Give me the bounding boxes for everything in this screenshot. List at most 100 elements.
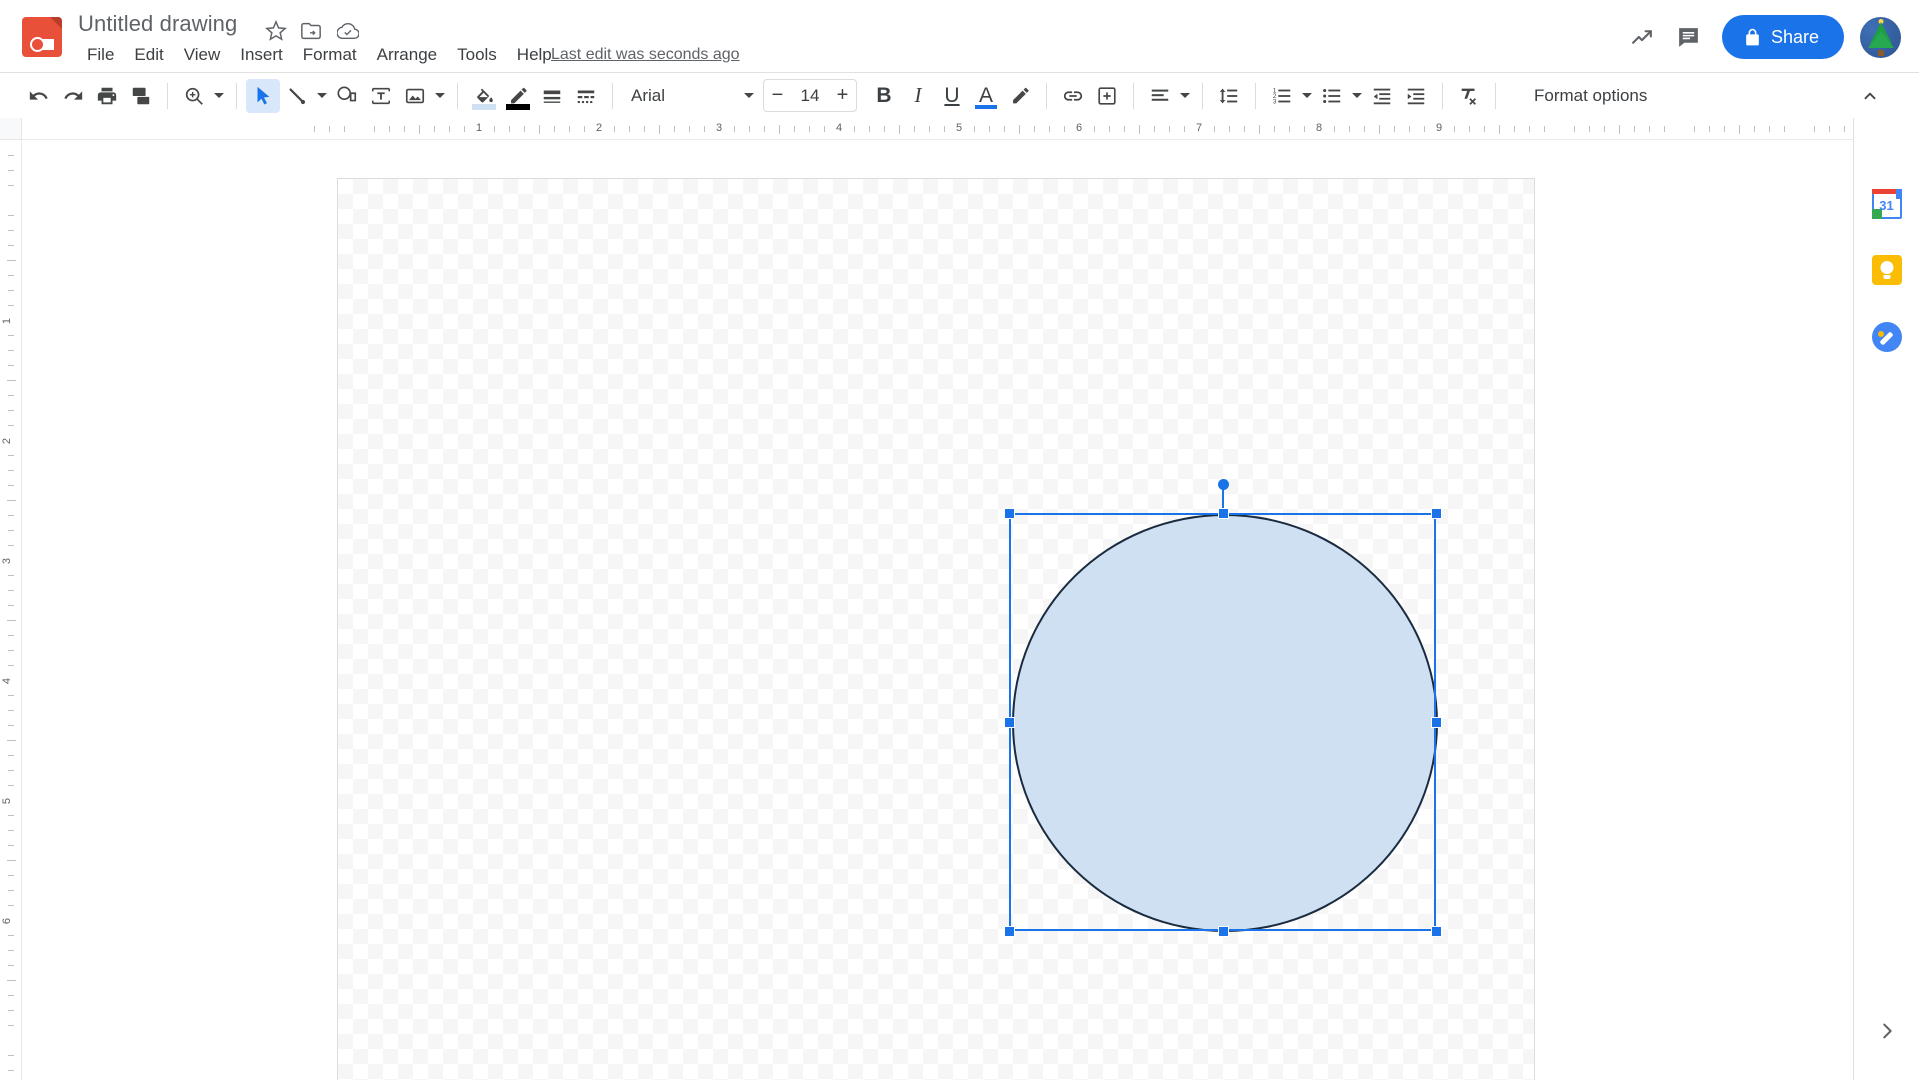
sidebar-item-tasks[interactable]	[1870, 320, 1904, 354]
selection-handle-bottom-right[interactable]	[1430, 925, 1442, 937]
ruler-tick	[6, 740, 16, 741]
menu-file[interactable]: File	[78, 43, 123, 67]
align-button[interactable]	[1143, 79, 1177, 113]
font-family-caret[interactable]	[741, 79, 757, 113]
print-button[interactable]	[90, 79, 124, 113]
ruler-tick	[1364, 126, 1365, 132]
image-dropdown-caret[interactable]	[432, 79, 448, 113]
fill-color-button[interactable]	[467, 79, 501, 113]
ruler-tick	[8, 470, 14, 471]
toolbar-divider	[612, 82, 613, 109]
ellipse-shape[interactable]	[1012, 514, 1438, 932]
menu-tools[interactable]: Tools	[448, 43, 506, 67]
align-dropdown-caret[interactable]	[1177, 79, 1193, 113]
text-box-tool-button[interactable]	[364, 79, 398, 113]
selection-handle-bottom-center[interactable]	[1217, 925, 1229, 937]
decrease-indent-button[interactable]	[1365, 79, 1399, 113]
expand-side-panel-button[interactable]	[1870, 1014, 1904, 1048]
zoom-button[interactable]	[177, 79, 211, 113]
bold-button[interactable]: B	[867, 79, 901, 113]
cloud-saved-icon[interactable]	[337, 20, 359, 42]
add-comment-button[interactable]	[1090, 79, 1124, 113]
font-family-select[interactable]: Arial	[622, 81, 741, 111]
clear-formatting-button[interactable]	[1452, 79, 1486, 113]
ruler-tick	[704, 126, 705, 132]
ruler-number: 2	[596, 122, 603, 134]
star-icon[interactable]	[265, 20, 287, 42]
user-avatar[interactable]	[1860, 16, 1901, 58]
ruler-tick	[779, 124, 780, 134]
main-toolbar: Arial − 14 + B I U A 1 2 3 Format option…	[0, 72, 1919, 118]
line-dash-button[interactable]	[569, 79, 603, 113]
line-dropdown-caret[interactable]	[314, 79, 330, 113]
selection-handle-middle-left[interactable]	[1003, 716, 1015, 728]
font-size-value[interactable]: 14	[791, 86, 829, 106]
menu-insert[interactable]: Insert	[231, 43, 292, 67]
ruler-tick	[6, 260, 16, 261]
canvas-scroll-area[interactable]	[22, 140, 1853, 1080]
selection-handle-top-center[interactable]	[1217, 507, 1229, 519]
ruler-tick	[509, 126, 510, 132]
drawings-logo-icon	[22, 17, 62, 57]
italic-button[interactable]: I	[901, 79, 935, 113]
selection-handle-bottom-left[interactable]	[1003, 925, 1015, 937]
underline-button[interactable]: U	[935, 79, 969, 113]
image-tool-button[interactable]	[398, 79, 432, 113]
bulleted-list-button[interactable]	[1315, 79, 1349, 113]
sidebar-item-calendar[interactable]: 31	[1870, 187, 1904, 221]
drawing-canvas[interactable]	[337, 178, 1535, 1080]
document-title[interactable]: Untitled drawing	[78, 11, 237, 37]
selection-handle-top-left[interactable]	[1003, 507, 1015, 519]
increase-indent-button[interactable]	[1399, 79, 1433, 113]
last-edit-status[interactable]: Last edit was seconds ago	[551, 46, 740, 64]
move-to-folder-icon[interactable]	[300, 20, 322, 42]
ruler-tick	[989, 126, 990, 132]
redo-button[interactable]	[56, 79, 90, 113]
comment-icon[interactable]	[1666, 14, 1712, 60]
menu-edit[interactable]: Edit	[125, 43, 172, 67]
line-weight-button[interactable]	[535, 79, 569, 113]
bulleted-list-caret[interactable]	[1349, 79, 1365, 113]
insert-link-button[interactable]	[1056, 79, 1090, 113]
line-tool-button[interactable]	[280, 79, 314, 113]
vertical-ruler[interactable]: 1 2 3 4 5 6	[0, 140, 22, 1080]
undo-button[interactable]	[22, 79, 56, 113]
menu-arrange[interactable]: Arrange	[368, 43, 446, 67]
ruler-number: 3	[1, 557, 14, 565]
shape-tool-button[interactable]	[330, 79, 364, 113]
toolbar-divider	[457, 82, 458, 109]
menu-view[interactable]: View	[175, 43, 230, 67]
share-button[interactable]: Share	[1721, 15, 1844, 59]
highlight-color-button[interactable]	[1003, 79, 1037, 113]
rotation-handle[interactable]	[1217, 479, 1229, 490]
ruler-tick	[1034, 126, 1035, 132]
text-color-button[interactable]: A	[969, 79, 1003, 113]
ruler-tick	[419, 124, 420, 134]
collapse-toolbar-button[interactable]	[1853, 79, 1887, 113]
decrease-font-size-button[interactable]: −	[764, 81, 791, 110]
ruler-tick	[869, 126, 870, 132]
menu-format[interactable]: Format	[294, 43, 366, 67]
svg-text:3: 3	[1273, 98, 1277, 105]
selection-handle-middle-right[interactable]	[1430, 716, 1442, 728]
line-spacing-button[interactable]	[1212, 79, 1246, 113]
ruler-tick	[8, 905, 14, 906]
activity-trending-icon[interactable]	[1620, 14, 1666, 60]
ruler-tick	[914, 126, 915, 132]
toolbar-divider	[1133, 82, 1134, 109]
selection-handle-top-right[interactable]	[1430, 507, 1442, 519]
sidebar-item-keep[interactable]	[1870, 253, 1904, 287]
numbered-list-button[interactable]: 123	[1265, 79, 1299, 113]
ruler-tick	[8, 455, 14, 456]
numbered-list-caret[interactable]	[1299, 79, 1315, 113]
paint-format-button[interactable]	[124, 79, 158, 113]
ruler-tick	[8, 890, 14, 891]
select-tool-button[interactable]	[246, 78, 280, 113]
format-options-button[interactable]: Format options	[1523, 81, 1658, 111]
ruler-tick	[449, 126, 450, 132]
horizontal-ruler[interactable]: 1 2 3 4 5 6 7 8 9	[22, 118, 1853, 140]
ruler-tick	[8, 410, 14, 411]
increase-font-size-button[interactable]: +	[829, 81, 856, 110]
zoom-dropdown-caret[interactable]	[211, 79, 227, 113]
line-color-button[interactable]	[501, 79, 535, 113]
